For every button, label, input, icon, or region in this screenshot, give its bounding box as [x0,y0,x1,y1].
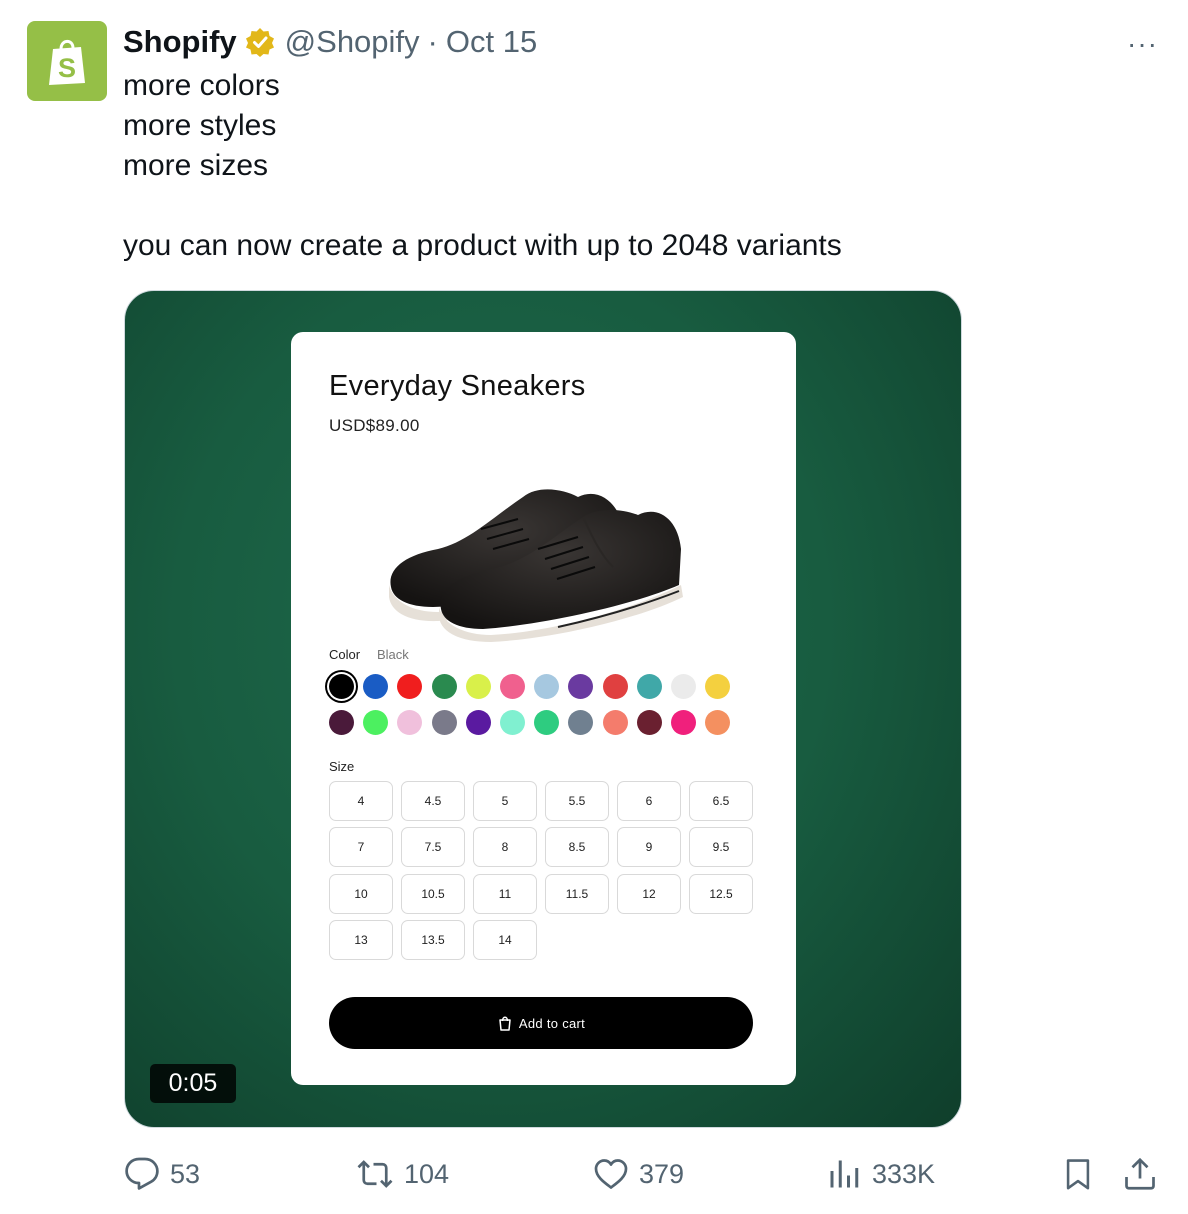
size-option[interactable]: 13.5 [401,919,465,960]
views-button[interactable]: 333K [826,1154,935,1194]
color-swatch[interactable] [363,710,389,735]
header-separator: · [427,24,438,59]
size-option[interactable]: 4 [329,781,393,821]
share-button[interactable] [1122,1154,1158,1194]
product-price: USD$89.00 [329,416,420,435]
color-swatch[interactable] [636,674,662,699]
color-swatch[interactable] [465,674,491,699]
tweet-date[interactable]: Oct 15 [446,24,537,60]
color-swatch[interactable] [568,710,594,735]
reply-button[interactable]: 53 [124,1154,200,1194]
view-count: 333K [872,1158,936,1189]
svg-text:S: S [58,53,76,83]
video-player[interactable]: Everyday Sneakers USD$89.00 Color Black … [124,290,962,1128]
add-to-cart-button[interactable]: Add to cart [329,997,753,1049]
color-swatch[interactable] [431,674,457,699]
color-label: Color [329,647,361,662]
product-card: Everyday Sneakers USD$89.00 Color Black … [291,332,796,1085]
color-swatch[interactable] [500,674,525,699]
color-swatch[interactable] [705,710,731,735]
shopify-logo-icon: S [49,39,85,85]
tweet-text-line: more styles [123,109,277,142]
shopping-bag-icon [499,1016,511,1031]
author-name[interactable]: Shopify [123,24,237,60]
product-title: Everyday Sneakers [329,370,586,402]
color-swatch[interactable] [602,710,628,735]
views-chart-icon [830,1160,859,1188]
tweet-header: Shopify @Shopify · Oct 15 [123,22,537,62]
color-swatch[interactable] [363,674,389,699]
color-swatch[interactable] [602,674,628,699]
size-option[interactable]: 14 [473,919,537,960]
selected-color-value: Black [377,647,409,662]
video-duration-badge: 0:05 [150,1064,236,1103]
size-option[interactable]: 9 [617,827,681,868]
color-swatch[interactable] [329,674,354,699]
size-option[interactable]: 11 [473,873,537,914]
color-swatch[interactable] [534,674,560,699]
color-swatch[interactable] [568,674,594,699]
color-swatch[interactable] [431,710,457,735]
size-option[interactable]: 12 [617,873,681,914]
size-option[interactable]: 8 [473,827,537,868]
heart-icon [594,1159,628,1189]
size-option[interactable]: 9.5 [689,827,753,868]
color-swatch[interactable] [671,674,696,699]
size-option[interactable]: 10 [329,873,393,914]
tweet-text-line: more colors [123,69,280,102]
like-count: 379 [639,1158,685,1189]
color-swatch[interactable] [397,674,423,699]
repost-button[interactable]: 104 [356,1154,449,1194]
sneaker-image [389,489,683,642]
size-option[interactable]: 6.5 [689,781,753,821]
size-option[interactable]: 10.5 [401,873,465,914]
size-option[interactable]: 7 [329,827,393,868]
verified-badge-icon[interactable] [245,27,275,57]
add-to-cart-label: Add to cart [518,1015,586,1031]
avatar[interactable]: S [27,21,107,101]
like-button[interactable]: 379 [593,1154,684,1194]
size-option[interactable]: 8.5 [545,827,609,868]
size-option[interactable]: 5.5 [545,781,609,821]
size-option[interactable]: 11.5 [545,873,609,914]
color-swatch[interactable] [500,710,525,735]
color-swatch[interactable] [636,710,662,735]
reply-icon [125,1157,159,1190]
color-swatch[interactable] [397,710,423,735]
tweet-text-line: you can now create a product with up to … [123,229,842,262]
size-option[interactable]: 12.5 [689,873,753,914]
color-swatch[interactable] [465,710,491,735]
color-swatch[interactable] [671,710,696,735]
tweet-text-line: more sizes [123,149,269,182]
color-swatch[interactable] [534,710,560,735]
size-label: Size [329,759,355,774]
repost-count: 104 [404,1158,450,1189]
author-handle[interactable]: @Shopify [285,24,420,60]
color-swatch[interactable] [329,710,354,735]
bookmark-button[interactable] [1061,1154,1095,1194]
size-option[interactable]: 7.5 [401,827,465,868]
size-option[interactable]: 5 [473,781,537,821]
bookmark-icon [1066,1159,1090,1190]
size-option[interactable]: 4.5 [401,781,465,821]
size-option[interactable]: 6 [617,781,681,821]
share-icon [1125,1157,1155,1190]
size-option[interactable]: 13 [329,919,393,960]
color-swatch[interactable] [705,674,731,699]
repost-icon [357,1160,393,1188]
reply-count: 53 [170,1158,201,1189]
more-options-icon[interactable]: ··· [1127,28,1158,60]
